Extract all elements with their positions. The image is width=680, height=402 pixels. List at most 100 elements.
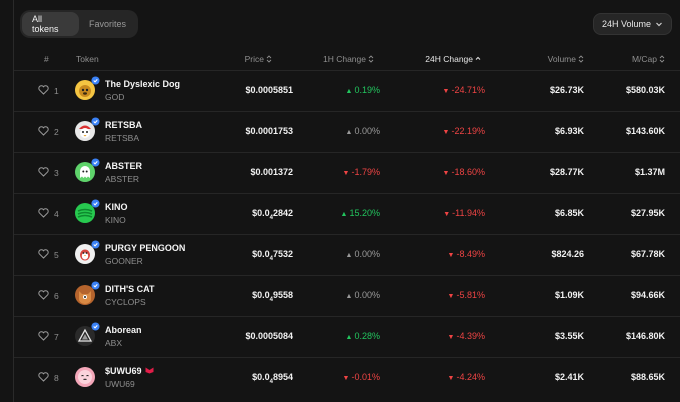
heart-icon[interactable] bbox=[38, 85, 49, 95]
table-row[interactable]: 7 Aborean ABX $0.0005084 ▲ 0.28% ▼ -4.39% … bbox=[14, 316, 680, 357]
heart-icon[interactable] bbox=[38, 249, 49, 259]
red-penguin-avatar-icon bbox=[75, 117, 100, 141]
price-tail: 8954 bbox=[272, 372, 293, 382]
sort-icon bbox=[659, 55, 665, 63]
token-volume: $1.09K bbox=[554, 290, 584, 300]
token-filter-tabs: All tokens Favorites bbox=[20, 10, 138, 38]
col-1h-change-sort[interactable]: 1H Change bbox=[323, 54, 374, 64]
change-24h-value: -11.94% bbox=[452, 208, 485, 218]
sort-icon bbox=[368, 55, 374, 63]
arrow-flat-icon: ▲ bbox=[345, 293, 353, 300]
change-1h-value: 15.20% bbox=[349, 208, 380, 218]
arrow-down-icon: ▼ bbox=[447, 375, 455, 382]
col-24h-change-label: 24H Change bbox=[425, 54, 473, 64]
row-rank: 8 bbox=[54, 373, 59, 383]
token-price: $0.0001753 bbox=[245, 126, 293, 136]
col-volume-sort[interactable]: Volume bbox=[548, 54, 584, 64]
change-24h-value: -18.60% bbox=[451, 167, 485, 177]
heart-icon[interactable] bbox=[38, 208, 49, 218]
token-mcap: $27.95K bbox=[630, 208, 665, 218]
table-row[interactable]: 5 PURGY PENGOON GOONER $0.047532 ▲ 0.00% … bbox=[14, 234, 680, 275]
verified-badge-icon bbox=[91, 240, 100, 249]
heart-icon[interactable] bbox=[38, 126, 49, 136]
verified-badge-icon bbox=[91, 322, 100, 331]
change-24h-value: -8.49% bbox=[456, 249, 485, 259]
token-name: Aborean bbox=[105, 325, 142, 335]
verified-badge-icon bbox=[91, 117, 100, 126]
price-tail: 9558 bbox=[272, 290, 293, 300]
token-volume: $824.26 bbox=[551, 249, 584, 259]
sort-icon bbox=[578, 55, 584, 63]
col-mcap-label: M/Cap bbox=[631, 54, 657, 64]
arrow-up-icon: ▲ bbox=[345, 334, 353, 341]
heart-icon[interactable] bbox=[38, 167, 49, 177]
change-1h: ▲ 15.20% bbox=[341, 208, 380, 218]
token-symbol: ABSTER bbox=[105, 174, 140, 184]
change-1h-value: -0.01% bbox=[351, 372, 380, 382]
arrow-flat-icon: ▲ bbox=[345, 252, 353, 259]
token-price: $0.047532 bbox=[252, 249, 293, 262]
tab-all-tokens[interactable]: All tokens bbox=[22, 12, 79, 36]
triangle-avatar-icon bbox=[75, 322, 100, 346]
heart-icon[interactable] bbox=[38, 331, 49, 341]
row-rank: 6 bbox=[54, 291, 59, 301]
verified-badge-icon bbox=[91, 199, 100, 208]
token-price: $0.048954 bbox=[252, 372, 293, 385]
table-row[interactable]: 8 $UWU69 UWU69 $0.048954 ▼ -0.01% ▼ -4.24%… bbox=[14, 357, 680, 398]
table-row[interactable]: 6 DITH'S CAT CYCLOPS $0.049558 ▲ 0.00% ▼ -… bbox=[14, 275, 680, 316]
table-row[interactable]: 4 KINO KINO $0.042842 ▲ 15.20% ▼ -11.94% $… bbox=[14, 193, 680, 234]
row-rank: 2 bbox=[54, 127, 59, 137]
change-24h-value: -4.24% bbox=[456, 372, 485, 382]
price-main: $0.0 bbox=[252, 372, 270, 382]
token-volume: $2.41K bbox=[554, 372, 584, 382]
col-mcap-sort[interactable]: M/Cap bbox=[632, 54, 665, 64]
change-1h-value: 0.00% bbox=[354, 249, 380, 259]
arrow-down-icon: ▼ bbox=[447, 252, 455, 259]
token-mcap: $67.78K bbox=[630, 249, 665, 259]
cat-avatar-icon bbox=[75, 281, 100, 305]
table-header: # Token Price 1H Change 24H Change Volum… bbox=[14, 48, 680, 70]
token-name: The Dyslexic Dog bbox=[105, 79, 181, 89]
tab-favorites[interactable]: Favorites bbox=[79, 12, 136, 36]
arrow-down-icon: ▼ bbox=[342, 170, 350, 177]
token-mcap: $143.60K bbox=[625, 126, 665, 136]
token-volume: $6.85K bbox=[554, 208, 584, 218]
change-1h-value: 0.00% bbox=[354, 126, 380, 136]
col-1h-change-label: 1H Change bbox=[322, 54, 366, 64]
change-24h-value: -4.39% bbox=[456, 331, 485, 341]
heart-icon[interactable] bbox=[38, 372, 49, 382]
change-1h: ▲ 0.00% bbox=[346, 290, 380, 300]
heart-icon[interactable] bbox=[38, 290, 49, 300]
warning-icon bbox=[145, 367, 154, 374]
change-1h: ▼ -0.01% bbox=[343, 372, 380, 382]
table-row[interactable]: 1 The Dyslexic Dog GOD $0.0005851 ▲ 0.19%… bbox=[14, 70, 680, 111]
change-1h-value: 0.28% bbox=[354, 331, 380, 341]
token-mcap: $1.37M bbox=[634, 167, 665, 177]
change-1h-value: 0.00% bbox=[354, 290, 380, 300]
price-main: $0.0005084 bbox=[245, 331, 293, 341]
token-mcap: $94.66K bbox=[630, 290, 665, 300]
table-row[interactable]: 3 ABSTER ABSTER $0.001372 ▼ -1.79% ▼ -18.6… bbox=[14, 152, 680, 193]
token-volume: $26.73K bbox=[549, 85, 584, 95]
arrow-down-icon: ▼ bbox=[447, 334, 455, 341]
col-24h-change-sort[interactable]: 24H Change bbox=[425, 54, 481, 64]
token-symbol: RETSBA bbox=[105, 133, 140, 143]
token-price: $0.0005851 bbox=[245, 85, 293, 95]
row-rank: 5 bbox=[54, 250, 59, 260]
col-rank: # bbox=[44, 54, 49, 64]
change-1h-value: -1.79% bbox=[351, 167, 380, 177]
token-price: $0.0005084 bbox=[245, 331, 293, 341]
token-volume: $6.93K bbox=[554, 126, 584, 136]
arrow-up-icon: ▲ bbox=[345, 88, 353, 95]
penguin-avatar-icon bbox=[75, 240, 100, 264]
price-main: $0.0 bbox=[252, 208, 270, 218]
change-24h-value: -22.19% bbox=[451, 126, 485, 136]
green-ghost-avatar-icon bbox=[75, 158, 100, 182]
change-24h: ▼ -24.71% bbox=[443, 85, 485, 95]
volume-timeframe-dropdown[interactable]: 24H Volume bbox=[593, 13, 672, 35]
sort-ascending-icon bbox=[475, 56, 481, 60]
col-price-sort[interactable]: Price bbox=[245, 54, 272, 64]
arrow-down-icon: ▼ bbox=[443, 211, 451, 218]
price-main: $0.0 bbox=[252, 290, 270, 300]
table-row[interactable]: 2 RETSBA RETSBA $0.0001753 ▲ 0.00% ▼ -22.1… bbox=[14, 111, 680, 152]
